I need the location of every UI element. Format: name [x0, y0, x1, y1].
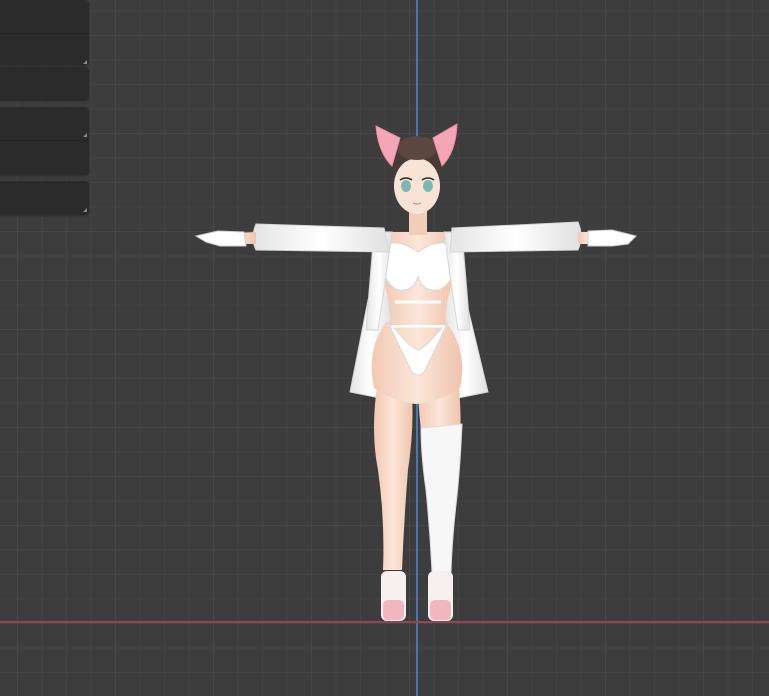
left-glove [194, 230, 247, 247]
right-shoe-accent [430, 600, 451, 620]
face [394, 158, 440, 214]
left-sleeve [252, 223, 391, 253]
left-eye [401, 180, 411, 192]
stocking [420, 423, 463, 573]
avatar-model-icon[interactable] [0, 0, 769, 696]
3d-viewport[interactable] [0, 0, 769, 696]
right-eye [423, 180, 433, 192]
right-sleeve [449, 221, 582, 253]
left-leg [374, 380, 413, 570]
right-glove [587, 229, 637, 247]
hair-bun [397, 136, 437, 160]
left-shoe-accent [383, 600, 404, 620]
